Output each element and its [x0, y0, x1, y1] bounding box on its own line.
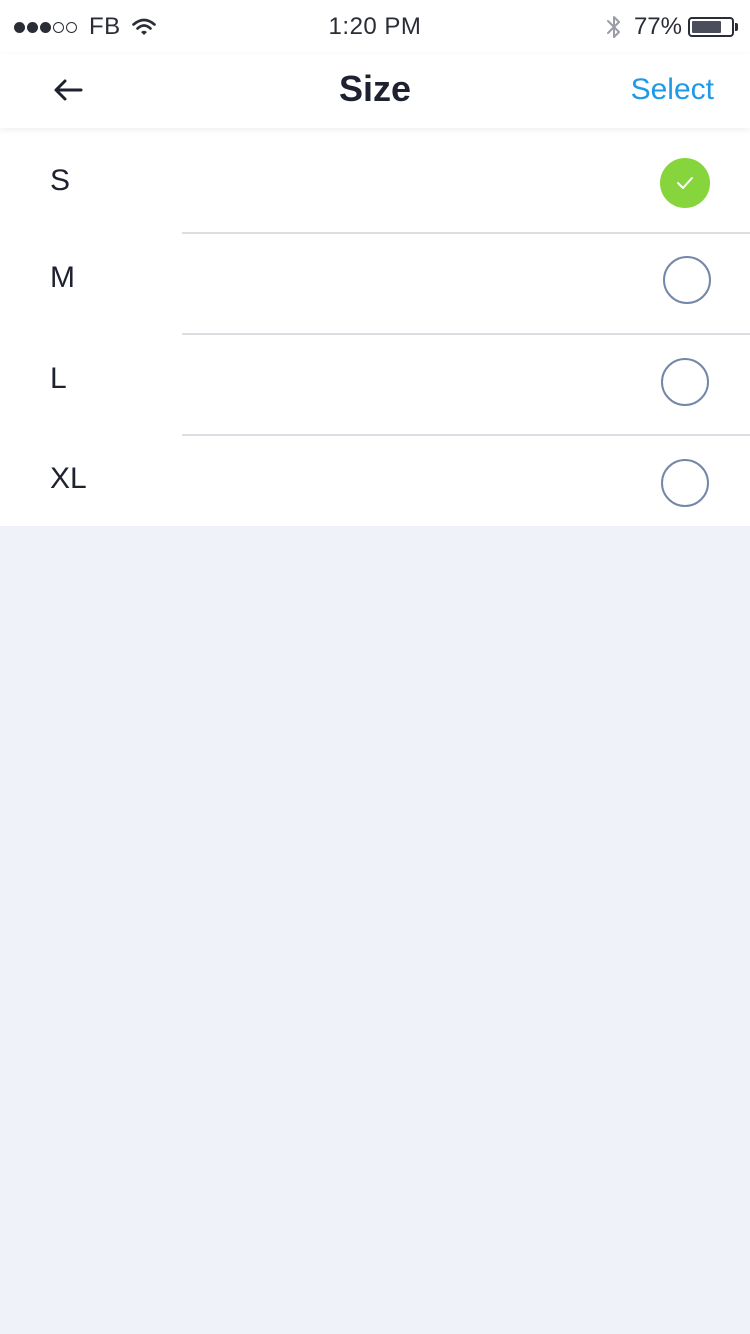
size-option-xl[interactable]: XL	[0, 436, 750, 536]
size-radio-s[interactable]	[660, 158, 710, 208]
size-option-m[interactable]: M	[0, 234, 750, 334]
size-label: L	[50, 362, 67, 395]
battery-percent: 77%	[633, 13, 682, 40]
size-option-s[interactable]: S	[0, 128, 750, 228]
size-list: S M L XL	[0, 128, 750, 526]
size-radio-xl[interactable]	[661, 459, 709, 507]
status-bar: FB 1:20 PM 77%	[0, 0, 750, 54]
status-right: 77%	[604, 12, 738, 42]
size-radio-l[interactable]	[661, 358, 709, 406]
select-button[interactable]: Select	[631, 73, 714, 107]
checkmark-icon	[677, 177, 693, 189]
battery-cap	[735, 23, 738, 31]
size-radio-m[interactable]	[663, 256, 711, 304]
battery-level-fill	[692, 21, 722, 33]
navigation-bar: Size Select	[0, 54, 750, 128]
size-label: M	[50, 261, 75, 294]
battery-icon	[688, 17, 734, 37]
size-label: XL	[50, 462, 87, 495]
size-label: S	[50, 164, 71, 197]
bluetooth-icon	[606, 16, 620, 38]
size-option-l[interactable]: L	[0, 335, 750, 435]
